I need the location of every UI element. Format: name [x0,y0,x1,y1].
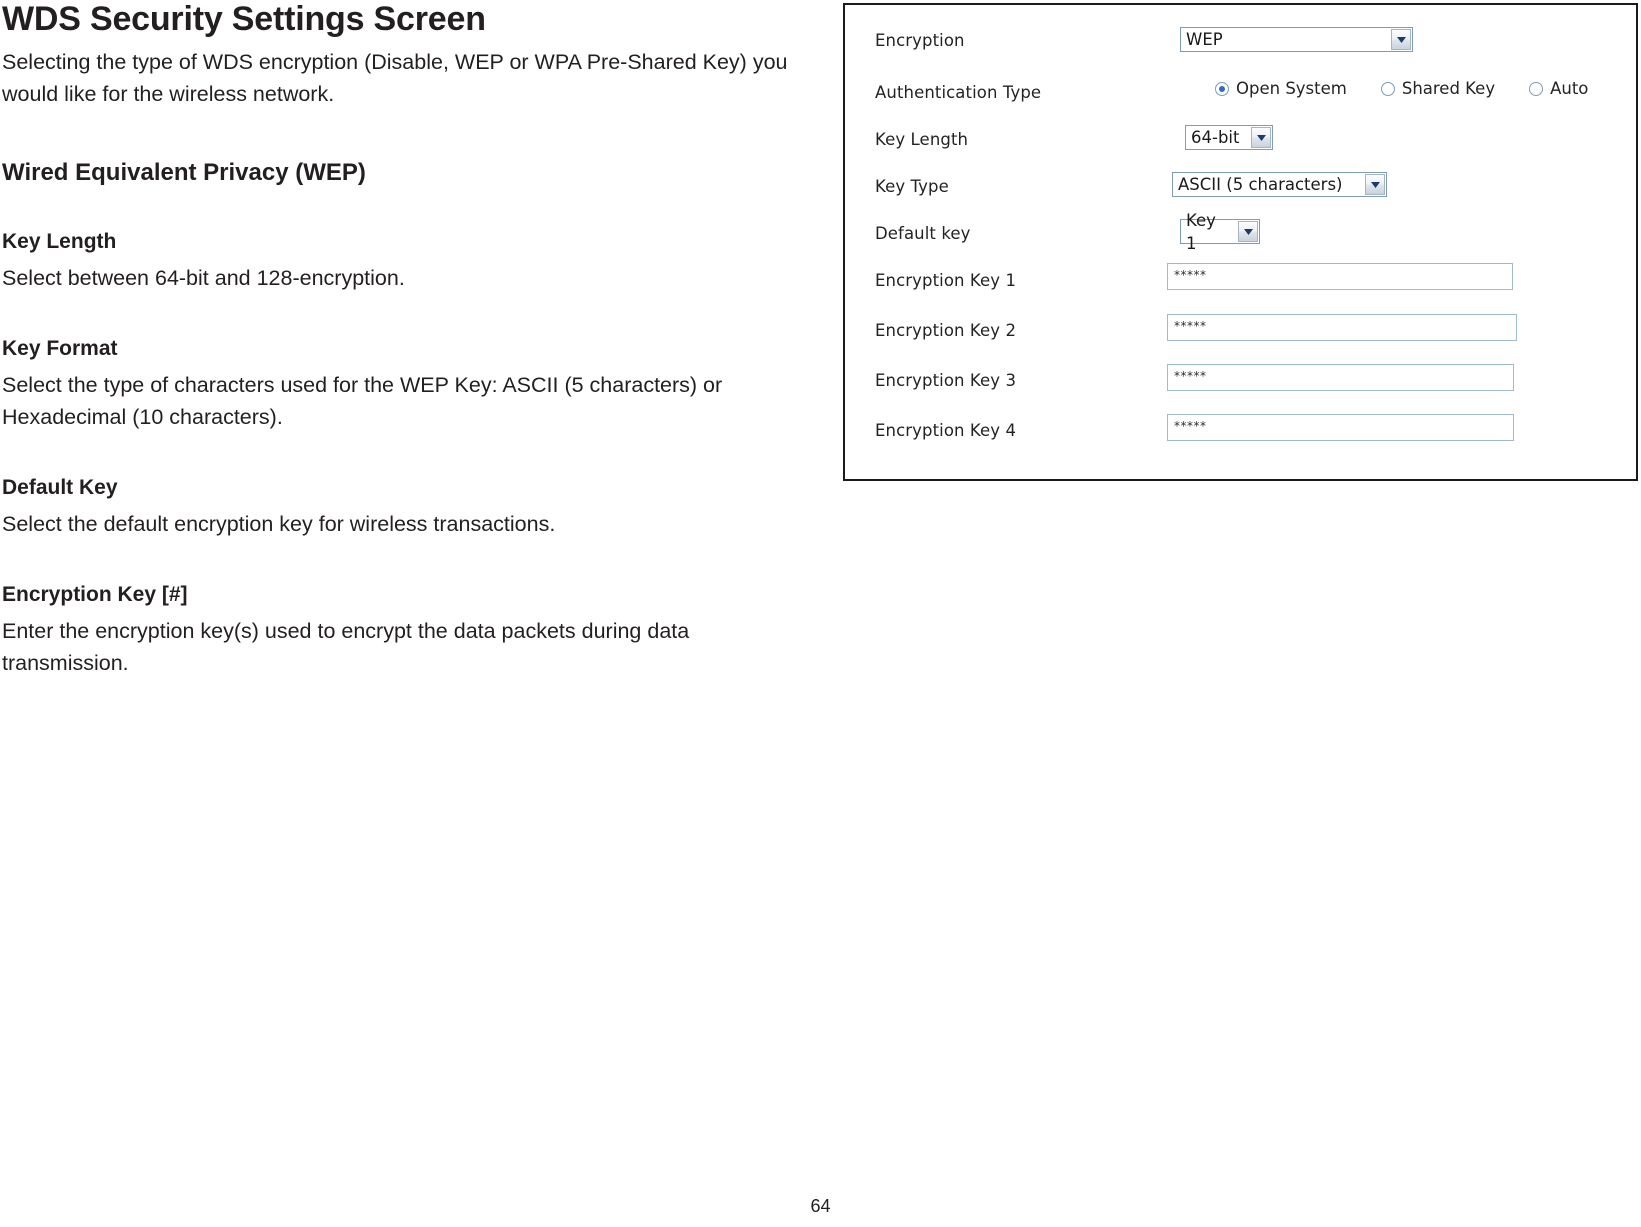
label-default-key: Default key [875,223,971,243]
row-key-type: Key Type [875,173,949,199]
encryption-key-2-input[interactable]: ***** [1167,314,1517,341]
radio-open-system-label: Open System [1236,79,1347,98]
chevron-down-icon[interactable] [1365,174,1385,195]
label-authentication-type: Authentication Type [875,82,1042,102]
row-encryption-key-3: Encryption Key 3 [875,367,1016,393]
row-encryption-key-1: Encryption Key 1 [875,267,1016,293]
encryption-key-2-value: ***** [1174,318,1207,333]
chevron-down-icon[interactable] [1251,127,1271,148]
body-encryption-key: Enter the encryption key(s) used to encr… [2,619,690,676]
row-encryption-key-2: Encryption Key 2 [875,317,1016,343]
radio-auto-indicator[interactable] [1529,81,1544,96]
radio-auto[interactable]: Auto [1529,79,1588,98]
subheading-encryption-key: Encryption Key [#] [2,583,188,607]
row-authentication-type: Authentication Type [875,79,1041,105]
default-key-select-value: Key 1 [1186,210,1216,253]
body-default-key: Select the default encryption key for wi… [2,512,556,537]
label-encryption-key-3: Encryption Key 3 [875,370,1017,390]
radio-auto-label: Auto [1550,79,1589,98]
encryption-key-1-value: ***** [1174,267,1207,282]
radio-shared-key[interactable]: Shared Key [1380,79,1496,98]
subheading-default-key: Default Key [2,475,118,499]
default-key-select[interactable]: Key 1 [1180,211,1260,253]
encryption-key-3-value: ***** [1174,368,1207,383]
label-encryption-key-1: Encryption Key 1 [875,270,1017,290]
chevron-down-icon[interactable] [1391,29,1411,50]
label-encryption-key-4: Encryption Key 4 [875,420,1017,440]
encryption-key-1-input[interactable]: ***** [1167,263,1513,290]
radio-open-system[interactable]: Open System [1215,79,1347,98]
key-type-select[interactable]: ASCII (5 characters) [1172,172,1387,197]
subheading-key-length: Key Length [2,229,117,253]
radio-open-system-indicator[interactable] [1215,81,1229,96]
body-key-format: Select the type of characters used for t… [2,373,723,430]
radio-shared-key-label: Shared Key [1401,79,1496,98]
label-encryption: Encryption [875,30,965,50]
chevron-down-icon[interactable] [1238,221,1258,242]
row-encryption-key-4: Encryption Key 4 [875,417,1016,443]
encryption-select[interactable]: WEP [1180,27,1413,52]
document-text-column: WDS Security Settings Screen Selecting t… [0,0,792,680]
row-default-key: Default key [875,220,971,246]
label-key-type: Key Type [875,176,949,196]
page-number: 64 [810,1196,831,1216]
encryption-select-value: WEP [1186,30,1223,49]
subheading-key-format: Key Format [2,337,118,361]
encryption-key-3-input[interactable]: ***** [1167,364,1514,391]
wds-security-settings-screenshot: Encryption WEP Authentication Type Open … [843,3,1638,481]
label-encryption-key-2: Encryption Key 2 [875,320,1017,340]
key-length-select-value: 64-bit [1191,128,1240,147]
authentication-type-radio-group: Open System Shared Key Auto [1215,79,1588,98]
intro-paragraph: Selecting the type of WDS encryption (Di… [2,50,788,106]
encryption-key-4-input[interactable]: ***** [1167,414,1514,441]
encryption-key-4-value: ***** [1174,418,1207,433]
section-heading-wep: Wired Equivalent Privacy (WEP) [2,158,366,186]
radio-shared-key-indicator[interactable] [1380,81,1395,96]
label-key-length: Key Length [875,129,969,149]
row-key-length: Key Length [875,126,968,152]
key-type-select-value: ASCII (5 characters) [1178,175,1343,194]
body-key-length: Select between 64-bit and 128-encryption… [2,266,405,291]
row-encryption: Encryption [875,27,965,53]
key-length-select[interactable]: 64-bit [1185,125,1273,150]
page-title: WDS Security Settings Screen [2,0,486,38]
